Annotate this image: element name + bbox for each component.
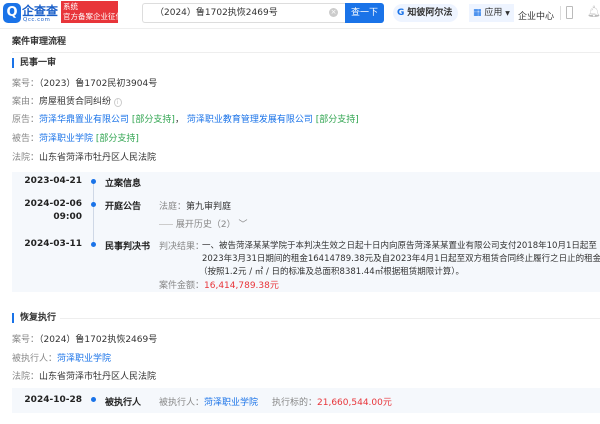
judgment-line: 一、被告菏泽某某学院于本判决生效之日起十日内向原告菏泽某某置业有限公司支付201… [202,241,597,251]
plaintiff-link[interactable]: 菏泽职业教育管理发展有限公司 [187,115,313,125]
timeline-dot [91,242,96,247]
executed-person: 被执行人：菏泽职业学院 [159,395,258,408]
person-link[interactable]: 菏泽职业学院 [204,398,258,408]
divider [159,224,173,225]
timeline-event: 被执行人 [105,398,142,408]
executed-link[interactable]: 菏泽职业学院 [57,354,111,364]
search-button[interactable]: 查一下 [345,3,384,23]
official-badge: 系统 官方备案企业征信 [61,1,123,23]
label: 法院： [12,153,40,163]
phone-icon[interactable] [566,6,573,19]
separator: ， [174,115,184,125]
info-icon[interactable]: i [113,98,122,107]
value: 第九审判庭 [186,202,232,212]
logo-subtext: Qcc.com [23,17,51,23]
expand-history-button[interactable]: 展开历史（2） ﹀ [159,217,248,230]
timeline-dot [91,179,96,184]
grid-icon: ▦ [473,8,482,18]
label: 案号： [12,335,40,345]
label: 执行标的： [272,398,318,408]
court: 山东省菏泽市牡丹区人民法院 [39,372,157,382]
plaintiff-row: 原告：菏泽华鼎置业有限公司 [部分支持]， 菏泽职业教育管理发展有限公司 [部分… [12,112,359,125]
label: 案由： [12,97,40,107]
cause-row: 案由：房屋租赁合同纠纷 i [12,94,122,107]
amount: 21,660,544.00元 [317,398,392,408]
case-no: （2024）鲁1702执恢2469号 [39,335,158,345]
label: 法院： [12,372,40,382]
enterprise-center-link[interactable]: 企业中心 [518,9,554,22]
plaintiff-link[interactable]: 菏泽华鼎置业有限公司 [39,115,129,125]
exec-target: 执行标的：21,660,544.00元 [272,395,392,408]
defendant-row: 被告：菏泽职业学院 [部分支持] [12,131,139,144]
label: 被执行人： [12,354,58,364]
court-room: 法庭：第九审判庭 [159,199,231,212]
qcc-logo-icon[interactable]: Q [3,3,21,23]
timeline-event: 开庭公告 [105,202,142,212]
divider [60,318,600,319]
timeline-date: 2024-10-28 [24,395,82,405]
label: 案号： [12,79,40,89]
case-amount: 案件金额：16,414,789.38元 [159,278,279,291]
case-no-row: 案号：（2024）鲁1702执恢2469号 [12,332,157,345]
badge-line2: 官方备案企业征信 [63,12,123,21]
support-tag: [部分支持] [131,115,175,125]
top-nav: Q 企查查 Qcc.com 系统 官方备案企业征信 （2024）鲁1702执恢24… [0,0,600,29]
support-tag: [部分支持] [315,115,359,125]
timeline-dot [91,202,96,207]
caret-down-icon: ▼ [505,10,510,17]
label: 被告： [12,134,40,144]
apps-menu[interactable]: ▦ 应用 ▼ [469,4,514,22]
label: 原告： [12,115,40,125]
search-input[interactable]: （2024）鲁1702执恢2469号 [142,3,345,23]
case-no: （2023）鲁1702民初3904号 [39,79,158,89]
support-tag: [部分支持] [95,134,139,144]
executed-row: 被执行人：菏泽职业学院 [12,351,111,364]
bell-icon[interactable]: 🔔︎ [587,5,600,18]
timeline-line [93,182,94,246]
timeline-dot [91,397,96,402]
judgment-line: 2023年3月31日期间的租金16414789.38元及自2023年4月1日起至… [202,254,600,264]
timeline-date: 2024-02-06 [24,199,82,209]
alpha-button[interactable]: G 知彼阿尔法 [393,4,459,22]
amount: 16,414,789.38元 [204,281,279,291]
label: 被执行人： [159,398,205,408]
defendant-link[interactable]: 菏泽职业学院 [39,134,93,144]
clear-icon[interactable]: × [329,8,338,17]
page-title: 案件审理流程 [12,37,67,47]
divider [560,6,561,20]
apps-label: 应用 [484,8,503,18]
badge-line1: 系统 [63,2,78,11]
label: 案件金额： [159,281,205,291]
timeline-date: 2024-03-11 [24,239,82,249]
divider [12,52,600,53]
judgment-label: 判决结果： [159,242,205,252]
section-heading-first-trial: 民事一审 [12,58,56,68]
timeline-time: 09:00 [53,212,82,222]
expand-label: 展开历史（2） [175,220,236,230]
judgment-line: （按照1.2元 / ㎡ / 日的标准及总面积8381.44㎡根据租赁期限计算）。 [199,267,464,277]
court-row: 法院：山东省菏泽市牡丹区人民法院 [12,150,156,163]
case-no-row: 案号：（2023）鲁1702民初3904号 [12,76,157,89]
cause: 房屋租赁合同纠纷 [39,97,112,107]
timeline-event: 立案信息 [105,179,142,189]
label: 法庭： [159,202,187,212]
alpha-label: 知彼阿尔法 [407,8,453,18]
timeline-event: 民事判决书 [105,242,151,252]
section-heading-resume-exec: 恢复执行 [12,313,56,323]
court-row: 法院：山东省菏泽市牡丹区人民法院 [12,369,156,382]
chevron-down-icon: ﹀ [238,220,248,230]
alpha-icon: G [397,8,405,18]
court: 山东省菏泽市牡丹区人民法院 [39,153,157,163]
timeline-date: 2023-04-21 [24,176,82,186]
